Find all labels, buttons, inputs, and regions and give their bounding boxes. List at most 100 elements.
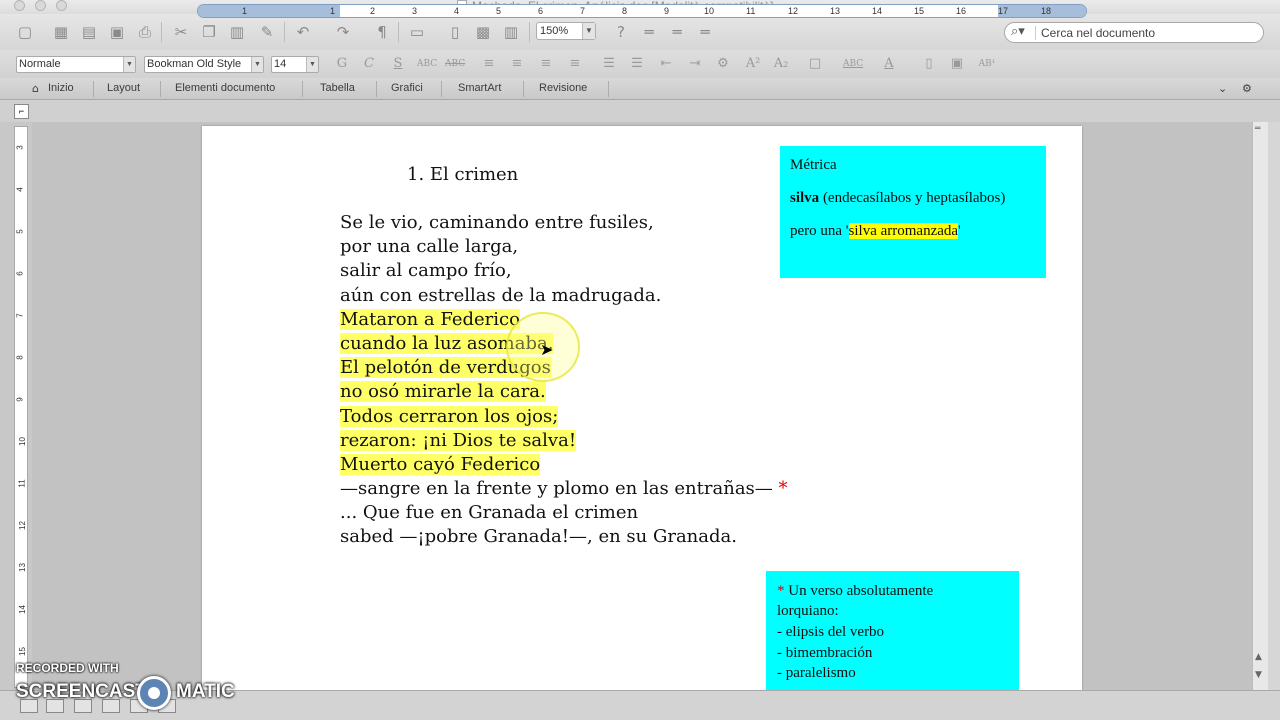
- split-handle-icon[interactable]: ═: [1255, 124, 1260, 134]
- font-size-select[interactable]: 14 ▼: [271, 56, 319, 73]
- tab-grafici[interactable]: Grafici: [391, 82, 423, 94]
- tab-selector[interactable]: ⌐: [14, 104, 29, 119]
- new-document-icon[interactable]: ▢: [16, 23, 34, 41]
- watermark-recorded: RECORDED WITH: [16, 661, 119, 675]
- format-painter-icon[interactable]: ✎: [258, 23, 276, 41]
- highlighted-verse-line[interactable]: no osó mirarle la cara.: [340, 380, 788, 404]
- chevron-down-icon[interactable]: ▼: [123, 57, 135, 72]
- search-icon[interactable]: ⌕▾: [1011, 24, 1025, 39]
- poem-heading[interactable]: 1. El crimen: [407, 164, 518, 185]
- horizontal-ruler[interactable]: 1 1 2 3 4 5 6 7 8 9 10 11 12 13 14 15 16…: [197, 4, 1087, 18]
- bold-icon[interactable]: G: [333, 56, 351, 72]
- open-icon[interactable]: ▤: [80, 23, 98, 41]
- ruler-number: 4: [454, 6, 460, 16]
- subscript-icon[interactable]: A₂: [772, 56, 790, 72]
- redo-icon[interactable]: ↷: [334, 23, 352, 41]
- scroll-up-icon[interactable]: ▲: [1255, 652, 1262, 662]
- toolbar-extra-icon[interactable]: ═: [668, 23, 686, 41]
- home-icon[interactable]: ⌂: [32, 82, 39, 95]
- small-caps-icon[interactable]: ABC: [417, 56, 437, 72]
- picture-icon[interactable]: ▣: [948, 56, 966, 72]
- tab-smartart[interactable]: SmartArt: [458, 82, 501, 94]
- verse-line[interactable]: salir al campo frío,: [340, 259, 788, 283]
- font-color-icon[interactable]: A: [880, 56, 898, 72]
- ribbon-settings-icon[interactable]: ⚙: [1242, 82, 1252, 95]
- verse-line[interactable]: Se le vio, caminando entre fusiles,: [340, 211, 788, 235]
- verse-line[interactable]: sabed —¡pobre Granada!—, en su Granada.: [340, 525, 788, 549]
- toolbar-extra-icon[interactable]: ═: [640, 23, 658, 41]
- numbered-list-icon[interactable]: ☰: [600, 56, 618, 72]
- paste-icon[interactable]: ▥: [228, 23, 246, 41]
- copy-icon[interactable]: ❐: [200, 23, 218, 41]
- align-right-icon[interactable]: ≡: [537, 56, 555, 72]
- formatting-toolbar: Normale ▼ Bookman Old Style ▼ 14 ▼ G C S…: [0, 50, 1280, 78]
- ribbon-tabs: ⌂ Inizio Layout Elementi documento Tabel…: [0, 78, 1280, 100]
- underline-icon[interactable]: S: [389, 56, 407, 72]
- zoom-select[interactable]: 150% ▼: [536, 22, 596, 40]
- columns-icon[interactable]: ▥: [502, 23, 520, 41]
- verse-text: salir al campo frío,: [340, 260, 512, 282]
- pilcrow-icon[interactable]: ¶: [373, 23, 391, 41]
- superscript-icon[interactable]: A²: [744, 56, 762, 72]
- minimize-window-button[interactable]: [35, 0, 46, 11]
- search-input[interactable]: ⌕▾ Cerca nel documento: [1004, 22, 1264, 43]
- toolbar-extra-icon[interactable]: ═: [696, 23, 714, 41]
- verse-text: aún con estrellas de la madrugada.: [340, 284, 662, 306]
- align-left-icon[interactable]: ≡: [480, 56, 498, 72]
- view-icon[interactable]: ▭: [408, 23, 426, 41]
- justify-icon[interactable]: ≡: [566, 56, 584, 72]
- verse-line[interactable]: por una calle larga,: [340, 235, 788, 259]
- highlighted-verse-line[interactable]: Todos cerraron los ojos;: [340, 405, 788, 429]
- font-select[interactable]: Bookman Old Style ▼: [144, 56, 264, 73]
- zoom-window-button[interactable]: [56, 0, 67, 11]
- scroll-down-icon[interactable]: ▼: [1255, 670, 1262, 680]
- highlight-color-icon[interactable]: ABC: [843, 56, 863, 72]
- decrease-indent-icon[interactable]: ⇤: [657, 56, 675, 72]
- vertical-scrollbar[interactable]: ═ ▲ ▼: [1252, 122, 1268, 690]
- save-icon[interactable]: ▣: [108, 23, 126, 41]
- close-window-button[interactable]: [14, 0, 25, 11]
- tab-elementi-documento[interactable]: Elementi documento: [175, 82, 275, 94]
- ruler-number: 6: [15, 271, 25, 276]
- verse-line[interactable]: —sangre en la frente y plomo en las entr…: [340, 477, 788, 501]
- metrics-title: Métrica: [790, 157, 837, 173]
- italic-icon[interactable]: C: [360, 56, 378, 72]
- tab-revisione[interactable]: Revisione: [539, 82, 587, 94]
- comment-star: *: [777, 583, 785, 599]
- highlight-tool-icon[interactable]: ⚙: [714, 56, 732, 72]
- poem-body[interactable]: Se le vio, caminando entre fusiles, por …: [340, 211, 788, 550]
- comment-text-box[interactable]: * Un verso absolutamente lorquiano: - el…: [766, 571, 1019, 691]
- increase-indent-icon[interactable]: ⇥: [686, 56, 704, 72]
- chevron-down-icon[interactable]: ▼: [582, 23, 595, 39]
- undo-icon[interactable]: ↶: [294, 23, 312, 41]
- strikethrough-icon[interactable]: ABC: [445, 56, 465, 72]
- borders-icon[interactable]: □: [806, 56, 824, 72]
- cut-icon[interactable]: ✂: [172, 23, 190, 41]
- tab-tabella[interactable]: Tabella: [320, 82, 355, 94]
- verse-text: Se le vio, caminando entre fusiles,: [340, 212, 654, 233]
- print-icon[interactable]: ⎙: [136, 23, 154, 41]
- sidebar-icon[interactable]: ▯: [446, 23, 464, 41]
- highlighted-verse-line[interactable]: Muerto cayó Federico: [340, 453, 788, 477]
- help-icon[interactable]: ?: [612, 23, 630, 41]
- tab-inizio[interactable]: Inizio: [48, 82, 74, 94]
- style-select[interactable]: Normale ▼: [16, 56, 136, 73]
- align-center-icon[interactable]: ≡: [508, 56, 526, 72]
- highlighted-verse-line[interactable]: rezaron: ¡ni Dios te salva!: [340, 429, 788, 453]
- ribbon-collapse-icon[interactable]: ⌄: [1218, 82, 1227, 95]
- templates-icon[interactable]: ▦: [52, 23, 70, 41]
- chevron-down-icon[interactable]: ▼: [306, 57, 318, 72]
- gallery-icon[interactable]: ▩: [474, 23, 492, 41]
- tab-divider: [376, 81, 377, 97]
- chevron-down-icon[interactable]: ▼: [251, 57, 263, 72]
- bulleted-list-icon[interactable]: ☰: [628, 56, 646, 72]
- zoom-value: 150%: [540, 25, 569, 37]
- vertical-ruler[interactable]: 3 4 5 6 7 8 9 10 11 12 13 14 15: [14, 126, 28, 688]
- tab-layout[interactable]: Layout: [107, 82, 140, 94]
- metrics-text-box[interactable]: Métrica silva (endecasílabos y heptasíla…: [780, 146, 1046, 278]
- ruler-number: 7: [15, 313, 25, 318]
- verse-line[interactable]: ... Que fue en Granada el crimen: [340, 501, 788, 525]
- verse-line[interactable]: aún con estrellas de la madrugada.: [340, 284, 788, 308]
- text-box-icon[interactable]: ▯: [920, 56, 938, 72]
- text-effects-icon[interactable]: AB¹: [978, 56, 996, 72]
